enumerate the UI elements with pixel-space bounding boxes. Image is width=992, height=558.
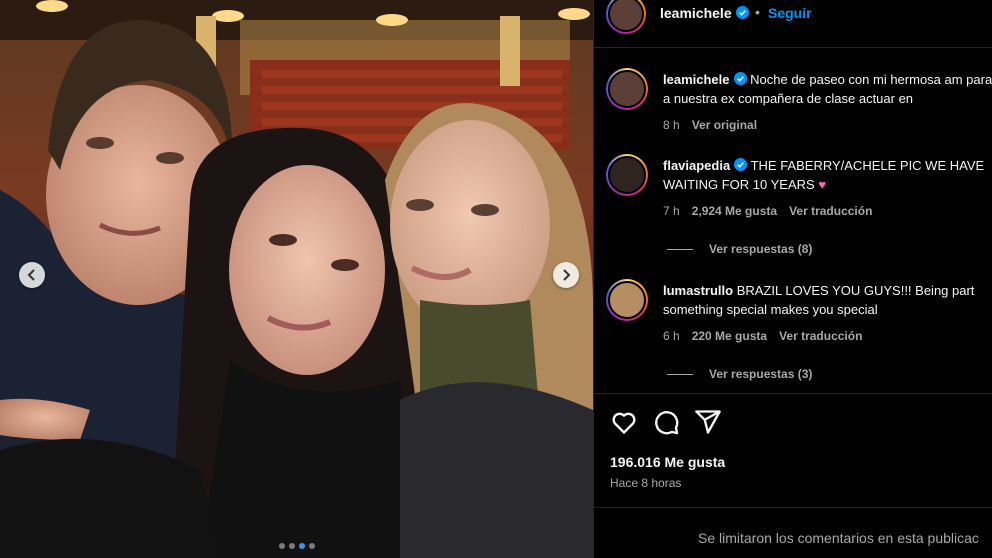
comment-likes[interactable]: 2,924 Me gusta xyxy=(692,204,777,218)
avatar[interactable] xyxy=(606,154,648,196)
carousel-dot-active xyxy=(299,543,305,549)
follow-button[interactable]: Seguir xyxy=(768,5,812,21)
verified-badge-icon xyxy=(733,72,747,85)
comment-meta: 7 h 2,924 Me gusta Ver traducción xyxy=(663,204,872,218)
pink-heart-emoji: ♥ xyxy=(818,177,827,192)
comments-limited-notice: Se limitaron los comentarios en esta pub… xyxy=(594,507,992,558)
comment-username[interactable]: lumastrullo xyxy=(663,283,733,298)
comment-meta: 6 h 220 Me gusta Ver traducción xyxy=(663,329,862,343)
like-count[interactable]: 196.016 Me gusta xyxy=(610,454,725,470)
comment-meta: 8 h Ver original xyxy=(663,118,757,132)
post-photo xyxy=(0,0,593,558)
avatar[interactable] xyxy=(606,279,648,321)
share-icon[interactable] xyxy=(694,408,722,436)
post-media[interactable] xyxy=(0,0,593,558)
separator-dot: • xyxy=(755,4,760,20)
avatar[interactable] xyxy=(606,68,648,110)
carousel-dot xyxy=(309,543,315,549)
avatar[interactable] xyxy=(606,0,646,34)
comment-text: lumastrullo BRAZIL LOVES YOU GUYS!!! Bei… xyxy=(663,281,992,319)
carousel-prev-button[interactable] xyxy=(19,262,45,288)
post-actions: 196.016 Me gusta Hace 8 horas xyxy=(594,393,992,513)
heart-icon[interactable] xyxy=(610,408,638,436)
divider-line xyxy=(667,248,693,250)
see-original-button[interactable]: Ver original xyxy=(692,118,757,132)
comment-username[interactable]: flaviapedia xyxy=(663,158,748,173)
verified-badge-icon xyxy=(734,158,748,171)
carousel-dot xyxy=(289,543,295,549)
comments-limited-text: Se limitaron los comentarios en esta pub… xyxy=(698,530,979,546)
view-replies-label: Ver respuestas (8) xyxy=(709,242,813,256)
post-time: Hace 8 horas xyxy=(610,476,682,490)
chevron-right-icon xyxy=(563,269,571,281)
comment-username[interactable]: leamichele xyxy=(663,72,747,87)
carousel-next-button[interactable] xyxy=(553,262,579,288)
divider-line xyxy=(667,373,693,375)
verified-badge-icon xyxy=(735,6,749,19)
comment-likes[interactable]: 220 Me gusta xyxy=(692,329,767,343)
header-username[interactable]: leamichele xyxy=(660,5,749,21)
comment-time: 7 h xyxy=(663,204,680,218)
comment-time: 6 h xyxy=(663,329,680,343)
see-translation-button[interactable]: Ver traducción xyxy=(779,329,862,343)
chevron-left-icon xyxy=(27,269,35,281)
comment-text: flaviapedia THE FABERRY/ACHELE PIC WE HA… xyxy=(663,156,992,194)
post-sidebar: leamichele • Seguir leamichele Noche de … xyxy=(593,0,992,558)
view-replies-button[interactable]: Ver respuestas (8) xyxy=(667,242,812,256)
carousel-dots xyxy=(279,543,315,549)
see-translation-button[interactable]: Ver traducción xyxy=(789,204,872,218)
comment-time: 8 h xyxy=(663,118,680,132)
carousel-dot xyxy=(279,543,285,549)
post-header: leamichele • Seguir xyxy=(594,0,992,48)
view-replies-label: Ver respuestas (3) xyxy=(709,367,813,381)
comment-icon[interactable] xyxy=(652,408,680,436)
comment-text: leamichele Noche de paseo con mi hermosa… xyxy=(663,70,992,108)
view-replies-button[interactable]: Ver respuestas (3) xyxy=(667,367,812,381)
